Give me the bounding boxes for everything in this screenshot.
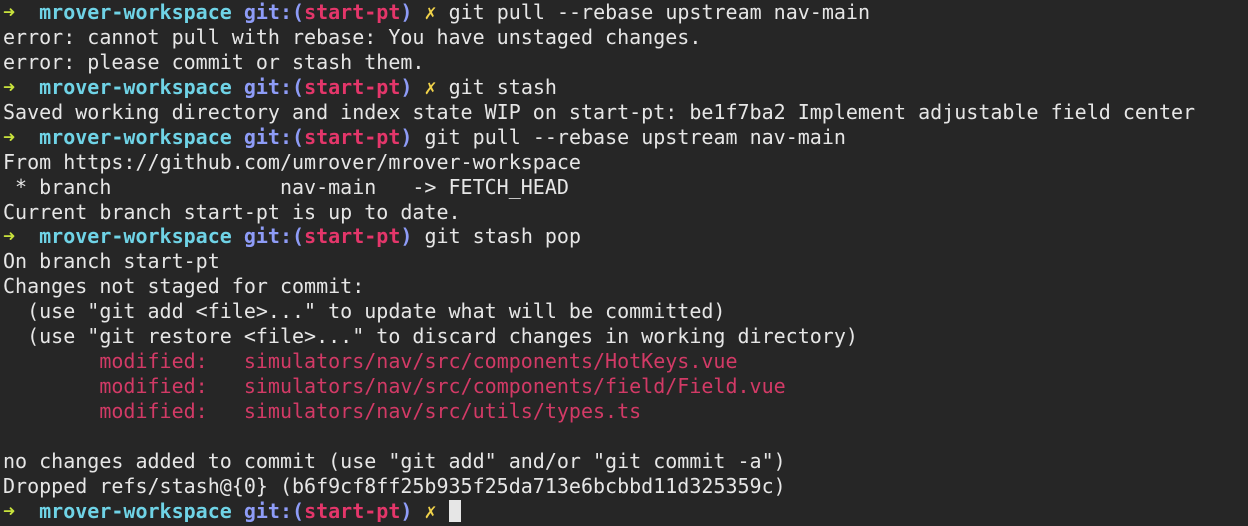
prompt-arrow-icon: ➜ [3,498,16,523]
prompt-git-close: ) [400,124,413,149]
prompt-branch: start-pt [304,498,401,523]
output-line: Changes not staged for commit: [3,274,365,299]
prompt-line: ➜ mrover-workspace git:(start-pt) ✗ git … [3,75,1248,100]
modified-file-line: modified: simulators/nav/src/components/… [3,374,1248,399]
terminal-window[interactable]: ➜ mrover-workspace git:(start-pt) ✗ git … [0,0,1248,526]
modified-file-path: simulators/nav/src/components/HotKeys.vu… [243,349,738,374]
modified-file-line: modified: simulators/nav/src/components/… [3,349,1248,374]
prompt-git-close: ) [400,0,413,24]
modified-file-line: modified: simulators/nav/src/utils/types… [3,399,1248,424]
output-line: Current branch start-pt is up to date. [3,199,461,224]
prompt-directory: mrover-workspace [39,124,232,149]
output-line: (use "git restore <file>..." to discard … [3,324,858,349]
prompt-arrow-icon: ➜ [3,224,16,249]
command-text: git stash pop [424,224,582,249]
output-line: Saved working directory and index state … [3,99,1196,124]
prompt-branch: start-pt [304,74,401,99]
prompt-directory: mrover-workspace [39,0,232,24]
modified-file-path: simulators/nav/src/components/field/Fiel… [243,374,786,399]
prompt-git-close: ) [400,74,413,99]
modified-label: modified: [99,349,208,374]
command-text: git pull --rebase upstream nav-main [424,124,846,149]
prompt-git-open: git:( [243,498,305,523]
output-line: * branch nav-main -> FETCH_HEAD [3,174,569,199]
prompt-git-open: git:( [243,124,305,149]
prompt-arrow-icon: ➜ [3,74,16,99]
prompt-directory: mrover-workspace [39,224,232,249]
prompt-git-open: git:( [243,0,305,24]
output-line: (use "git add <file>..." to update what … [3,299,726,324]
prompt-dirty-icon: ✗ [424,74,437,99]
output-line: error: please commit or stash them. [3,49,425,74]
prompt-dirty-icon: ✗ [424,498,437,523]
output-line: Dropped refs/stash@{0} (b6f9cf8ff25b935f… [3,473,786,498]
prompt-line: ➜ mrover-workspace git:(start-pt) ✗ [3,499,1248,524]
output-line: From https://github.com/umrover/mrover-w… [3,149,581,174]
modified-label: modified: [99,399,208,423]
prompt-git-close: ) [400,498,413,523]
prompt-arrow-icon: ➜ [3,0,16,24]
command-text: git stash [448,74,557,99]
prompt-branch: start-pt [304,0,401,24]
prompt-line: ➜ mrover-workspace git:(start-pt) git st… [3,224,1248,249]
prompt-branch: start-pt [304,124,401,149]
prompt-git-open: git:( [243,224,305,249]
output-line: error: cannot pull with rebase: You have… [3,24,702,49]
prompt-branch: start-pt [304,224,401,249]
prompt-git-close: ) [400,224,413,249]
modified-label: modified: [99,374,208,399]
prompt-arrow-icon: ➜ [3,124,16,149]
prompt-dirty-icon: ✗ [424,0,437,24]
prompt-line: ➜ mrover-workspace git:(start-pt) git pu… [3,125,1248,150]
terminal-cursor[interactable] [448,499,461,522]
modified-file-path: simulators/nav/src/utils/types.ts [243,399,642,423]
prompt-directory: mrover-workspace [39,74,232,99]
prompt-git-open: git:( [243,74,305,99]
prompt-line: ➜ mrover-workspace git:(start-pt) ✗ git … [3,0,1248,25]
output-line: On branch start-pt [3,249,220,274]
command-text: git pull --rebase upstream nav-main [448,0,871,24]
prompt-directory: mrover-workspace [39,498,232,523]
output-line: no changes added to commit (use "git add… [3,448,786,473]
